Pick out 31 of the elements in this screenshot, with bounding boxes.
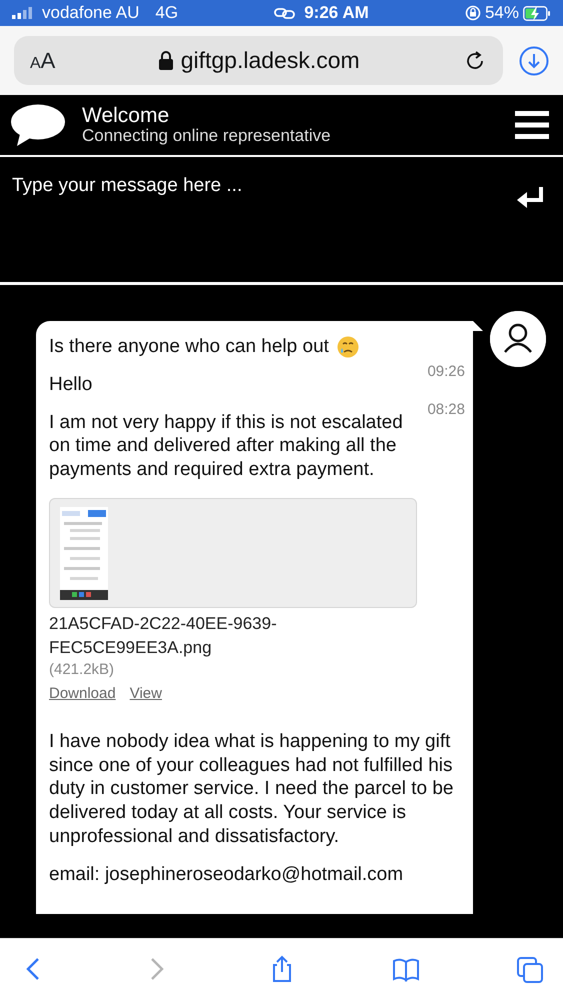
- carrier-name: vodafone AU: [42, 2, 140, 24]
- message-time: 08:28: [427, 400, 465, 420]
- signal-icon: [12, 7, 34, 19]
- message-text: I have nobody idea what is happening to my gift since one of your colleagues had not fulfilled his duty in customer service. I need the parcel to be delivered today at all costs. Your service is unprofessional and dissatisfactory.: [49, 730, 454, 849]
- message-text: email: josephineroseodarko@hotmail.com: [49, 862, 404, 886]
- user-avatar-icon: [490, 311, 546, 367]
- text-size-button[interactable]: AA: [30, 44, 56, 77]
- crying-face-icon: [336, 336, 359, 358]
- message-text: I am not very happy if this is not escalated on time and delivered after making all the payments and required extra payment.: [49, 410, 404, 482]
- address-bar[interactable]: AA giftgp.ladesk.com: [14, 36, 503, 85]
- tabs-icon[interactable]: [515, 954, 545, 984]
- file-name: 21A5CFAD-2C22-40EE-9639-FEC5CE99EE3A.png: [49, 612, 278, 659]
- link-icon: [274, 7, 296, 19]
- menu-icon[interactable]: [515, 111, 549, 139]
- lock-icon: [158, 51, 173, 70]
- enter-icon[interactable]: [517, 187, 545, 209]
- network-type: 4G: [155, 2, 178, 24]
- battery-percent: 54%: [484, 2, 519, 24]
- download-icon[interactable]: [519, 46, 549, 76]
- file-size: (421.2kB): [49, 660, 116, 680]
- message-text: Hello: [49, 372, 94, 396]
- message-time: 09:26: [427, 362, 465, 382]
- attachment-link[interactable]: View: [130, 684, 162, 702]
- chat-title: Welcome: [82, 104, 170, 128]
- message-text: Is there anyone who can help out: [49, 335, 329, 359]
- clock-time: 9:26 AM: [304, 2, 369, 24]
- url-text: giftgp.ladesk.com: [180, 46, 360, 76]
- attachment-link[interactable]: Download: [49, 684, 116, 702]
- chat-subtitle: Connecting online representative: [82, 127, 331, 146]
- speech-bubble-icon: [10, 104, 66, 146]
- rotation-lock-icon: [464, 5, 481, 21]
